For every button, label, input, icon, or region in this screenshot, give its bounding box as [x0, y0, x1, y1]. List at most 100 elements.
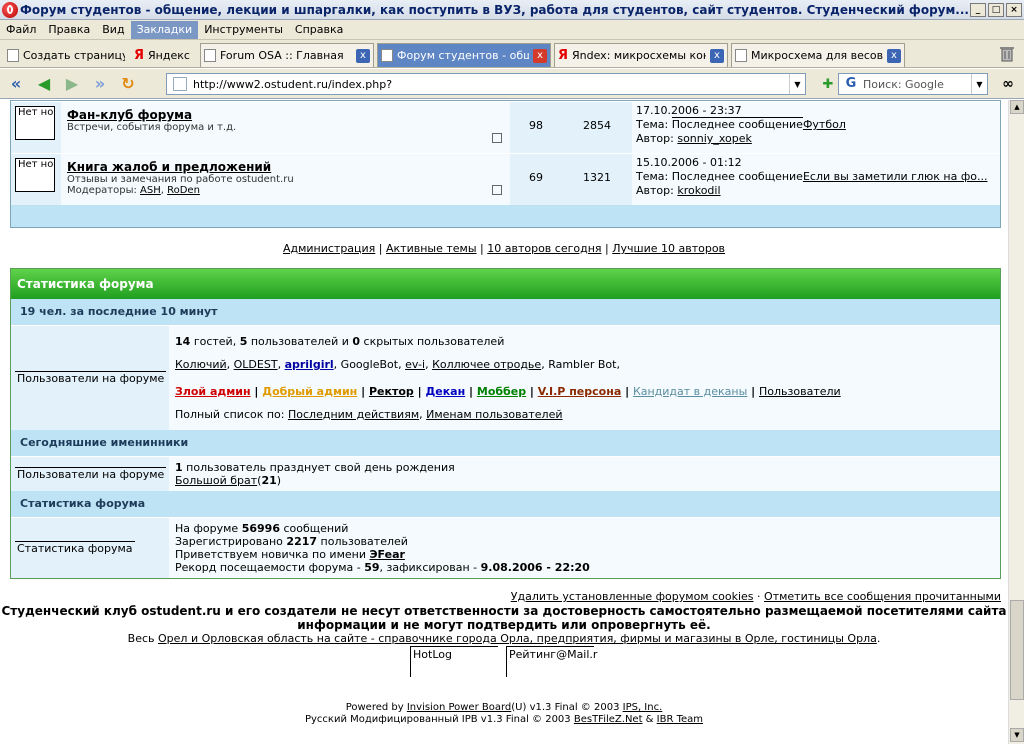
close-tab-icon[interactable]: x [710, 48, 724, 63]
yandex-button[interactable]: Я Яндекс [131, 43, 197, 67]
group-link[interactable]: Злой админ [175, 385, 251, 398]
sort-by-name-link[interactable]: Именам пользователей [426, 408, 562, 421]
group-link[interactable]: Пользователи [759, 385, 841, 398]
last-post-date: 17.10.2006 - 23:37 [636, 104, 742, 117]
menu-file[interactable]: Файл [0, 21, 42, 39]
powered-mid: (U) v1.3 Final © 2003 [511, 702, 620, 713]
address-url[interactable]: http://www2.ostudent.ru/index.php? [193, 78, 789, 91]
chevron-down-icon[interactable]: ▼ [789, 74, 805, 94]
glasses-icon[interactable]: ∞ [996, 72, 1020, 96]
powered-by: Powered by Invision Power Board(U) v1.3 … [304, 702, 704, 725]
moderator-link[interactable]: ASH [140, 185, 161, 196]
group-link[interactable]: Кандидат в деканы [633, 385, 747, 398]
online-bot: Rambler Bot [548, 358, 617, 371]
hidden-count: 0 [352, 335, 361, 348]
topics-count: 69 [510, 154, 562, 205]
scroll-thumb[interactable] [1010, 600, 1024, 700]
sort-by-action-link[interactable]: Последним действиям [288, 408, 419, 421]
online-user-link[interactable]: Колючий [175, 358, 227, 371]
posts-count: 2854 [562, 102, 632, 153]
top10-today-link[interactable]: 10 авторов сегодня [487, 242, 601, 255]
scroll-down-icon[interactable]: ▼ [1010, 728, 1024, 742]
admin-link[interactable]: Администрация [283, 242, 375, 255]
birthday-text: пользователь празднует свой день рождени… [186, 461, 455, 474]
guests-text: гостей, [193, 335, 237, 348]
hidden-text: скрытых пользователей [363, 335, 505, 348]
registered-count: 2217 [286, 535, 318, 548]
tab-yandex-search[interactable]: Я Яndex: микросхемы кон... x [554, 43, 728, 67]
messages-pre: На форуме [175, 522, 239, 535]
close-window-button[interactable]: × [1006, 2, 1022, 17]
last-topic-link[interactable]: Футбол [803, 118, 846, 131]
search-field[interactable]: G Поиск: Google ▼ [838, 73, 988, 95]
best10-link[interactable]: Лучшие 10 авторов [612, 242, 725, 255]
hotlog-counter[interactable]: HotLog [410, 646, 498, 677]
rewind-icon[interactable]: « [4, 72, 28, 96]
forward-icon[interactable]: ▶ [60, 72, 84, 96]
reload-icon[interactable]: ↻ [116, 72, 140, 96]
navigation-bar: « ◀ ▶ » ↻ http://www2.ostudent.ru/index.… [0, 69, 1024, 99]
close-tab-icon[interactable]: x [887, 48, 901, 63]
scroll-up-icon[interactable]: ▲ [1010, 100, 1024, 114]
birthday-row: Пользователи на форуме 1 пользователь пр… [11, 456, 1000, 491]
page-icon [204, 49, 216, 62]
author-label: Автор: [636, 184, 674, 197]
menu-edit[interactable]: Правка [42, 21, 96, 39]
forum-description: Отзывы и замечания по работе ostudent.ru [67, 174, 294, 185]
delete-cookies-link[interactable]: Удалить установленные форумом cookies [511, 590, 754, 603]
rss-icon[interactable] [492, 185, 502, 195]
mailru-counter[interactable]: Рейтинг@Mail.r [506, 646, 597, 677]
registered-post: пользователей [320, 535, 408, 548]
menu-help[interactable]: Справка [289, 21, 349, 39]
group-link[interactable]: V.I.P персона [538, 385, 621, 398]
birthday-user-link[interactable]: Большой брат [175, 474, 257, 487]
vertical-scrollbar[interactable]: ▲ ▼ [1008, 100, 1024, 744]
author-link[interactable]: sonniy_xopek [677, 132, 752, 145]
back-icon[interactable]: ◀ [32, 72, 56, 96]
bookmark-add-icon[interactable]: ✚ [816, 72, 840, 96]
online-user-link[interactable]: Коллючее отродье [432, 358, 541, 371]
close-tab-icon[interactable]: x [533, 48, 547, 63]
online-user-link[interactable]: ev-i [405, 358, 425, 371]
tab-forum-students[interactable]: Форум студентов - общ...x [377, 43, 551, 67]
group-link[interactable]: Добрый админ [262, 385, 357, 398]
fast-forward-icon[interactable]: » [88, 72, 112, 96]
last-topic-link[interactable]: Если вы заметили глюк на фо... [803, 170, 988, 183]
author-label: Автор: [636, 132, 674, 145]
forum-title-link[interactable]: Книга жалоб и предложений [67, 160, 504, 174]
ipb-link[interactable]: Invision Power Board [407, 702, 511, 713]
group-link[interactable]: Моббер [477, 385, 526, 398]
minimize-button[interactable]: _ [970, 2, 986, 17]
tab-bar: Создать страницу Я Яндекс Forum OSA :: Гл… [0, 40, 1024, 68]
group-link[interactable]: Ректор [369, 385, 414, 398]
tab-microchip[interactable]: Микросхема для весов ... x [731, 43, 905, 67]
address-field[interactable]: http://www2.ostudent.ru/index.php? ▼ [166, 73, 806, 95]
bestfilez-link[interactable]: BesTFileZ.Net [574, 714, 643, 725]
menu-tools[interactable]: Инструменты [198, 21, 289, 39]
trash-icon[interactable] [998, 44, 1016, 62]
orel-link[interactable]: Орел и Орловская область на сайте - спра… [158, 632, 877, 645]
mark-read-link[interactable]: Отметить все сообщения прочитанными [764, 590, 1001, 603]
moderator-link[interactable]: RoDen [167, 185, 200, 196]
online-user-link[interactable]: aprilgirl [285, 358, 334, 371]
forum-title-link[interactable]: Фан-клуб форума [67, 108, 504, 122]
group-link[interactable]: Декан [425, 385, 465, 398]
disclaimer: Студенческий клуб ostudent.ru и его созд… [1, 604, 1007, 632]
online-user-link[interactable]: OLDEST [234, 358, 278, 371]
ips-link[interactable]: IPS, Inc. [623, 702, 663, 713]
rss-icon[interactable] [492, 133, 502, 143]
menu-view[interactable]: Вид [96, 21, 130, 39]
author-link[interactable]: krokodil [677, 184, 720, 197]
topics-count: 98 [510, 102, 562, 153]
active-topics-link[interactable]: Активные темы [386, 242, 477, 255]
tab-forum-osa[interactable]: Forum OSA :: Главная x [200, 43, 374, 67]
newest-pre: Приветствуем новичка по имени [175, 548, 366, 561]
newest-user-link[interactable]: ЭFear [369, 548, 404, 561]
create-page-button[interactable]: Создать страницу [4, 43, 128, 67]
menu-bookmarks[interactable]: Закладки [130, 20, 199, 39]
close-tab-icon[interactable]: x [356, 48, 370, 63]
chevron-down-icon[interactable]: ▼ [971, 74, 987, 94]
last-post-date: 15.10.2006 - 01:12 [636, 156, 742, 169]
ibr-link[interactable]: IBR Team [657, 714, 703, 725]
maximize-button[interactable]: □ [988, 2, 1004, 17]
